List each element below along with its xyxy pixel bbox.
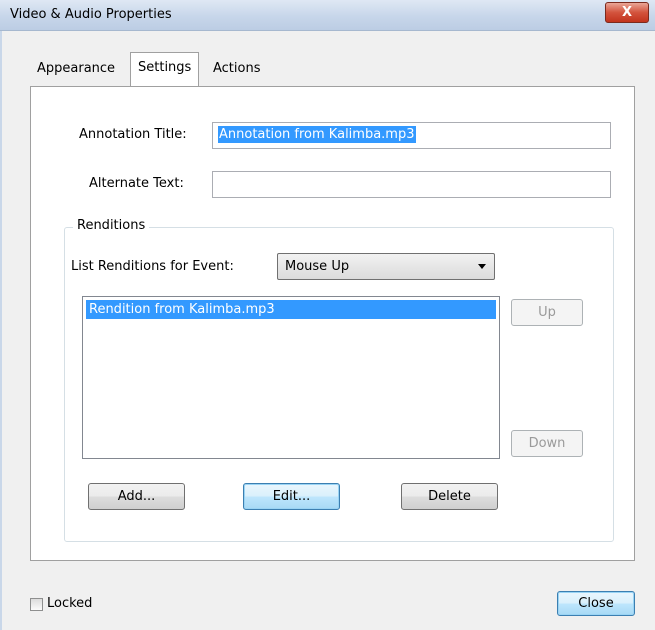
renditions-list[interactable]: Rendition from Kalimba.mp3: [82, 296, 500, 459]
chevron-down-icon: [478, 264, 486, 269]
renditions-group-label: Renditions: [73, 218, 150, 233]
close-icon: X: [621, 5, 633, 20]
alternate-text-input[interactable]: [212, 171, 611, 198]
tab-settings[interactable]: Settings: [130, 52, 200, 86]
locked-label[interactable]: Locked: [47, 596, 92, 611]
window-border: [0, 30, 2, 630]
locked-checkbox[interactable]: [30, 598, 43, 611]
annotation-title-value: Annotation from Kalimba.mp3: [218, 126, 416, 143]
delete-button[interactable]: Delete: [401, 483, 498, 510]
list-item[interactable]: Rendition from Kalimba.mp3: [86, 300, 496, 319]
window-title: Video & Audio Properties: [10, 7, 172, 22]
down-button[interactable]: Down: [511, 430, 583, 457]
title-bar[interactable]: Video & Audio Properties X: [0, 0, 655, 31]
annotation-title-label: Annotation Title:: [79, 127, 187, 142]
tab-actions[interactable]: Actions: [206, 56, 268, 82]
event-dropdown-value: Mouse Up: [285, 259, 350, 274]
settings-panel: Annotation Title: Annotation from Kalimb…: [30, 86, 635, 561]
tab-appearance[interactable]: Appearance: [30, 56, 122, 82]
close-button[interactable]: Close: [557, 591, 635, 616]
up-button[interactable]: Up: [511, 299, 583, 326]
annotation-title-input[interactable]: Annotation from Kalimba.mp3: [212, 122, 611, 149]
close-window-button[interactable]: X: [605, 2, 649, 23]
add-button[interactable]: Add...: [88, 483, 185, 510]
alternate-text-label: Alternate Text:: [89, 176, 184, 191]
renditions-group: Renditions List Renditions for Event: Mo…: [64, 218, 614, 542]
edit-button[interactable]: Edit...: [243, 483, 340, 510]
event-dropdown[interactable]: Mouse Up: [277, 253, 495, 280]
event-label: List Renditions for Event:: [71, 259, 234, 274]
